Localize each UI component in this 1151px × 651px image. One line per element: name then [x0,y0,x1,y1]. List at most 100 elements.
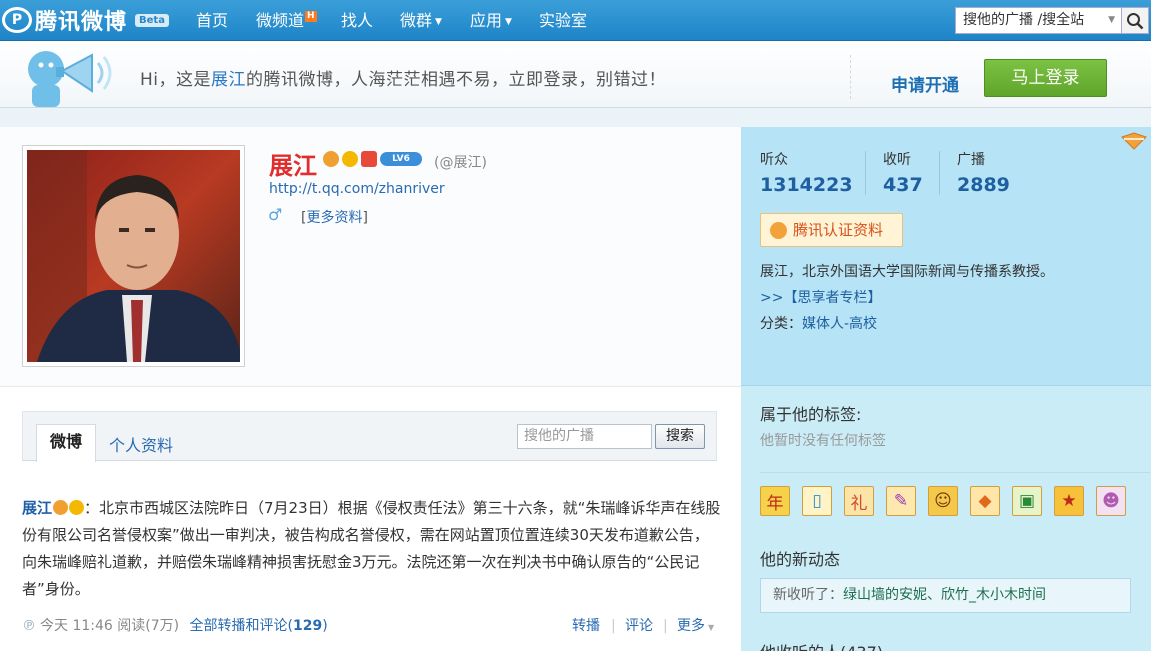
stat-label-following: 收听 [883,152,911,168]
verified-icon [53,500,69,515]
nav-item-home[interactable]: 首页 [196,0,228,41]
apply-account-link[interactable]: 申请开通 [891,71,959,96]
all-reposts-close: ) [322,618,328,634]
category-label: 分类： [760,316,802,332]
nav-item-label: 应用 [470,11,503,30]
nav-item-lab[interactable]: 实验室 [539,0,587,41]
medal-icon[interactable]: ☻ [1096,486,1126,516]
medal-icon[interactable]: ★ [1054,486,1084,516]
sidebar: 听众 1314223 收听 437 广播 2889 腾讯认证资料 展江，北京外国… [741,127,1151,651]
nav-item-apps[interactable]: 应用 ▼ [470,0,512,41]
stat-value-following[interactable]: 437 [883,174,923,196]
profile-badges: LV6 [323,151,422,167]
stat-value-listeners[interactable]: 1314223 [760,174,853,196]
tags-empty: 他暂时没有任何标签 [760,433,886,449]
search-scope-value: 搜他的广播 /搜全站 [963,12,1085,28]
hot-badge: H [305,11,317,22]
category-link[interactable]: 媒体人-高校 [802,316,877,332]
medal-icon[interactable]: 年 [760,486,790,516]
divider: | [663,618,668,634]
top-search-input[interactable]: 搜他的广播 /搜全站 ▼ [955,7,1122,34]
avatar[interactable] [22,145,245,367]
news-item: 新收听了：绿山墙的安妮、欣竹_木小木时间 [760,578,1131,613]
repost-button[interactable]: 转播 [572,614,600,638]
male-icon: ♂ [268,205,283,224]
chevron-down-icon: ▼ [505,17,512,27]
more-info-link[interactable]: 更多资料 [306,210,362,226]
divider [865,151,866,195]
mascot-icon [28,51,112,107]
beta-badge: Beta [135,13,169,27]
medals-row: 年 ▯ 礼 ✎ ☺ ◆ ▣ ★ ☻ [760,472,1150,516]
news-prefix: 新收听了： [773,587,843,603]
divider: | [611,618,616,634]
rank-badge-icon[interactable] [361,151,377,167]
post-reads: 阅读(7万) [117,618,180,634]
broadcast-search-input[interactable]: 搜他的广播 [517,424,652,449]
nav-item-label: 首页 [196,11,229,30]
stat-value-broadcasts[interactable]: 2889 [957,174,1010,196]
chevron-down-icon[interactable]: ▼ [1108,8,1115,33]
level-badge-icon[interactable]: LV6 [380,152,422,166]
top-navigation-bar: P 腾讯微博 Beta 首页 微频道 H 找人 微群 ▼ 应用 ▼ 实验室 搜他的广播… [0,0,1151,41]
source-icon: ℗ [22,618,36,634]
nav-item-label: 实验室 [539,11,588,30]
login-button[interactable]: 马上登录 [984,59,1107,97]
all-reposts-link[interactable]: 全部转播和评论(129) [190,618,328,634]
news-names-link[interactable]: 绿山墙的安妮、欣竹_木小木时间 [843,587,1046,603]
stat-label-broadcasts: 广播 [957,152,985,168]
category: 分类：媒体人-高校 [760,313,877,333]
post: 展江 ：北京市西城区法院昨日（7月23日）根据《侵权责任法》第三十六条，就“朱瑞峰… [22,495,722,603]
verification-label: 腾讯认证资料 [793,221,884,239]
medal-icon[interactable]: ✎ [886,486,916,516]
login-banner: Hi，这是展江的腾讯微博，人海茫茫相遇不易，立即登录，别错过！ 申请开通 马上登… [0,41,1151,108]
bracket-close: ] [362,210,368,226]
nav-item-label: 微群 [400,11,433,30]
nav-item-groups[interactable]: 微群 ▼ [400,0,442,41]
news-title: 他的新动态 [760,550,841,569]
broadcast-search-button[interactable]: 搜索 [655,424,705,449]
nav-item-label: 找人 [341,11,374,30]
chevron-down-icon: ▼ [708,623,715,632]
medal-icon[interactable]: ☺ [928,486,958,516]
tab-weibo[interactable]: 微博 [36,424,96,462]
medal-icon[interactable]: 礼 [844,486,874,516]
nav-item-label: 微频道 [256,11,305,30]
profile-handle: (@展江) [434,155,487,171]
verification-info-button[interactable]: 腾讯认证资料 [760,213,903,247]
following-title[interactable]: 他收听的人(437) [760,639,883,651]
nav-item-find-people[interactable]: 找人 [341,0,373,41]
search-icon [1127,12,1144,29]
profile-name: 展江 [269,152,317,180]
post-author[interactable]: 展江 [22,499,52,517]
top-search-button[interactable] [1121,7,1149,34]
greeting-prefix: Hi，这是 [140,70,212,90]
star-badge-icon[interactable] [342,151,358,167]
verified-icon [770,222,787,239]
more-info: [更多资料] [301,207,368,227]
greeting-suffix: 的腾讯微博，人海茫茫相遇不易，立即登录，别错过！ [246,70,667,90]
divider [850,55,851,99]
column-link[interactable]: >>【思享者专栏】 [760,287,881,307]
medal-icon[interactable]: ▯ [802,486,832,516]
medal-icon[interactable]: ◆ [970,486,1000,516]
tags-title: 属于他的标签: [760,405,862,424]
tabs-bar: 微博 个人资料 搜他的广播 搜索 [22,411,717,462]
comment-button[interactable]: 评论 [625,614,653,638]
all-reposts-count: 129 [293,618,323,634]
nav-item-channel[interactable]: 微频道 H [256,0,317,41]
stat-label-listeners: 听众 [760,152,788,168]
greeting-name[interactable]: 展江 [211,70,246,90]
logo-name: 腾讯微博 [35,10,128,35]
banner-greeting: Hi，这是展江的腾讯微博，人海茫茫相遇不易，立即登录，别错过！ [140,65,666,90]
verified-icon[interactable] [323,151,339,167]
profile-url-link[interactable]: http://t.qq.com/zhanriver [269,181,445,197]
more-actions-button[interactable]: 更多 ▼ [677,614,714,640]
divider [939,151,940,195]
post-time[interactable]: 今天 11:46 [40,618,113,634]
tab-personal-info[interactable]: 个人资料 [109,432,173,456]
logo[interactable]: P 腾讯微博 Beta [2,5,169,35]
chevron-down-icon: ▼ [435,17,442,27]
more-actions-label: 更多 [677,618,705,634]
medal-icon[interactable]: ▣ [1012,486,1042,516]
